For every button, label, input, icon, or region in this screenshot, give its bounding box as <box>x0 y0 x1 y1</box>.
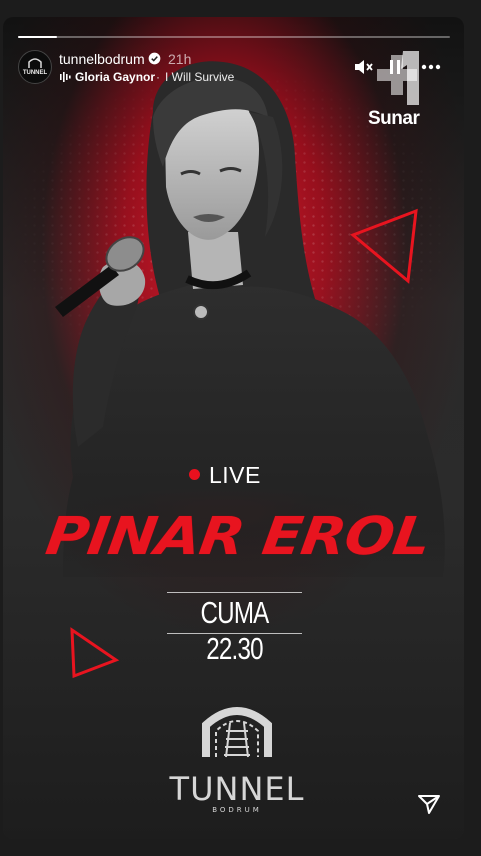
live-label: LIVE <box>209 462 261 488</box>
showtime-box: CUMA 22.30 <box>167 592 302 666</box>
audio-bars-icon <box>60 72 71 82</box>
music-separator: · <box>156 70 160 84</box>
avatar-text: TUNNEL <box>23 70 48 76</box>
triangle-decoration <box>70 627 120 679</box>
send-icon[interactable] <box>417 792 441 816</box>
story-progress-fill <box>18 36 57 38</box>
story-progress-bar <box>18 36 450 38</box>
tunnel-logo-text: TUNNEL <box>169 770 305 808</box>
tunnel-logo-subtext: BODRUM <box>212 806 262 814</box>
showtime-text: CUMA 22.30 <box>200 595 269 666</box>
username[interactable]: tunnelbodrum <box>59 51 145 67</box>
avatar[interactable]: TUNNEL <box>18 50 52 84</box>
triangle-decoration <box>350 208 418 284</box>
sunar-label: Sunar <box>368 108 420 129</box>
music-artist: Gloria Gaynor <box>75 70 156 84</box>
story-viewer[interactable]: TUNNEL tunnelbodrum 21h Gloria Gaynor · … <box>3 17 464 839</box>
music-song: I Will Survive <box>165 70 235 84</box>
story-time: 21h <box>168 51 192 67</box>
live-dot <box>189 469 200 480</box>
tunnel-bodrum-logo: TUNNEL BODRUM <box>169 707 305 814</box>
performer-name: PINAR EROL <box>42 505 434 567</box>
verified-badge-icon <box>148 52 161 65</box>
tunnel-logo-icon: TUNNEL <box>23 58 48 76</box>
